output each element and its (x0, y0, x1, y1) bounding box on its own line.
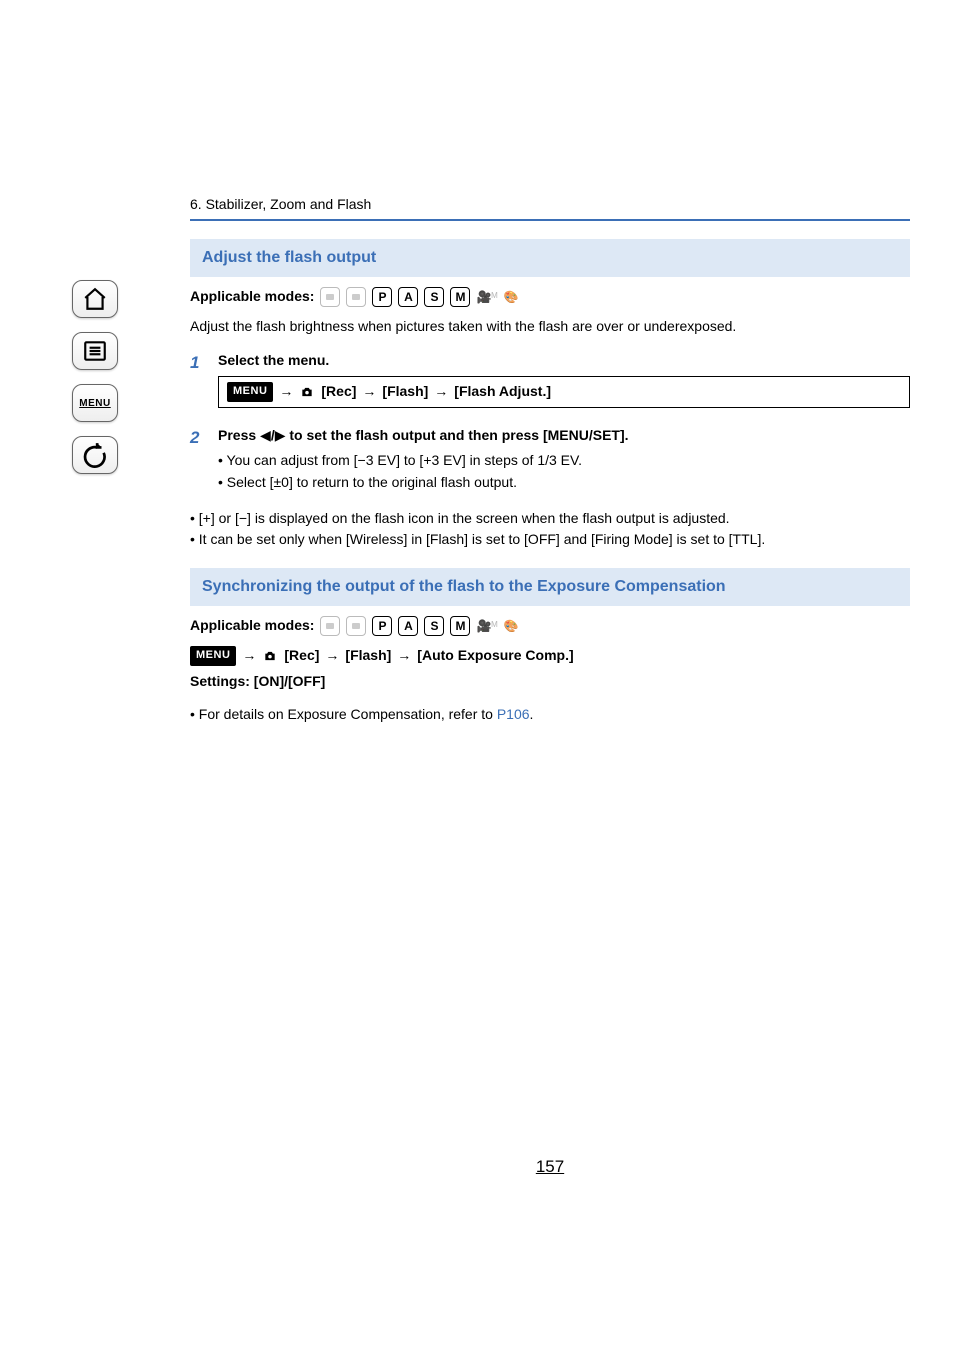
step-2-title: Press ◀/▶ to set the flash output and th… (218, 426, 910, 446)
nav-home-button[interactable] (72, 280, 118, 318)
section-title-sync-exposure: Synchronizing the output of the flash to… (190, 568, 910, 606)
step-number: 2 (190, 426, 204, 495)
page-number: 157 (190, 1155, 910, 1179)
divider (190, 219, 910, 221)
path-target: [Auto Exposure Comp.] (417, 646, 573, 666)
mode-m-badge: M (450, 616, 470, 636)
arrow-icon: → (325, 646, 339, 666)
arrow-icon: → (242, 646, 256, 666)
section-title-flash-adjust: Adjust the flash output (190, 239, 910, 277)
right-triangle-icon: ▶ (275, 426, 286, 446)
mode-p-badge: P (372, 616, 392, 636)
step-1-title: Select the menu. (218, 351, 910, 371)
section2-notes: For details on Exposure Compensation, re… (190, 705, 910, 725)
arrow-icon: → (397, 646, 411, 666)
arrow-icon: → (434, 382, 448, 402)
mode-a-badge: A (398, 616, 418, 636)
crossref-link[interactable]: P106 (497, 706, 530, 722)
intro-text: Adjust the flash brightness when picture… (190, 317, 910, 337)
settings-line: Settings: [ON]/[OFF] (190, 672, 910, 692)
camera-icon (299, 385, 315, 399)
mode-ia-icon (320, 616, 340, 636)
camera-icon (262, 649, 278, 663)
mode-a-badge: A (398, 287, 418, 307)
path-target: [Flash Adjust.] (454, 382, 551, 402)
arrow-icon: → (362, 382, 376, 402)
sidebar: MENU (0, 0, 190, 1179)
menu-path-auto-exposure: MENU → [Rec] → [Flash] → [Auto Exposure … (190, 646, 910, 666)
mode-video-icon: 🎥ᴹ (476, 618, 497, 635)
note-line: [+] or [−] is displayed on the flash ico… (190, 509, 910, 529)
nav-toc-button[interactable] (72, 332, 118, 370)
home-icon (82, 286, 108, 312)
path-flash: [Flash] (382, 382, 428, 402)
applicable-modes-row: Applicable modes: P A S M 🎥ᴹ 🎨 (190, 616, 910, 636)
step-1: 1 Select the menu. MENU → [Rec] → [Flash… (190, 351, 910, 418)
menu-chip-icon: MENU (227, 382, 273, 401)
mode-iaplus-icon (346, 616, 366, 636)
menu-chip-icon: MENU (190, 646, 236, 665)
mode-s-badge: S (424, 616, 444, 636)
mode-creative-icon: 🎨 (504, 289, 519, 306)
nav-menu-button[interactable]: MENU (72, 384, 118, 422)
mode-video-icon: 🎥ᴹ (476, 289, 497, 306)
mode-s-badge: S (424, 287, 444, 307)
path-rec: [Rec] (321, 382, 356, 402)
modes-label: Applicable modes: (190, 287, 314, 307)
step-2: 2 Press ◀/▶ to set the flash output and … (190, 426, 910, 495)
step-number: 1 (190, 351, 204, 418)
toc-icon (82, 338, 108, 364)
path-flash: [Flash] (345, 646, 391, 666)
section1-notes: [+] or [−] is displayed on the flash ico… (190, 509, 910, 550)
mode-p-badge: P (372, 287, 392, 307)
mode-ia-icon (320, 287, 340, 307)
arrow-icon: → (279, 382, 293, 402)
nav-menu-label: MENU (79, 398, 110, 409)
mode-iaplus-icon (346, 287, 366, 307)
note-line: It can be set only when [Wireless] in [F… (190, 530, 910, 550)
path-rec: [Rec] (284, 646, 319, 666)
nav-back-button[interactable] (72, 436, 118, 474)
page-content: 6. Stabilizer, Zoom and Flash Adjust the… (190, 0, 910, 1179)
mode-creative-icon: 🎨 (504, 618, 519, 635)
note-line: For details on Exposure Compensation, re… (190, 705, 910, 725)
menu-path-flash-adjust: MENU → [Rec] → [Flash] → [Flash Adjust.] (218, 376, 910, 408)
mode-m-badge: M (450, 287, 470, 307)
step-2-bullet-1: You can adjust from [−3 EV] to [+3 EV] i… (218, 451, 910, 471)
applicable-modes-row: Applicable modes: P A S M 🎥ᴹ 🎨 (190, 287, 910, 307)
step-2-bullet-2: Select [±0] to return to the original fl… (218, 473, 910, 493)
back-arrow-icon (82, 442, 108, 468)
left-triangle-icon: ◀ (260, 426, 271, 446)
modes-label: Applicable modes: (190, 616, 314, 636)
breadcrumb: 6. Stabilizer, Zoom and Flash (190, 195, 910, 215)
